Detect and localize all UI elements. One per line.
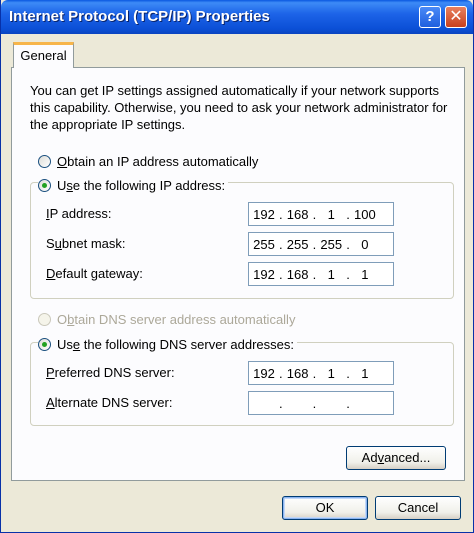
default-gateway-label: Default gateway: — [46, 266, 143, 281]
advanced-button[interactable]: Advanced... — [346, 446, 446, 470]
subnet-mask-field[interactable]: 255. 255. 255. 0 — [248, 232, 394, 256]
tab-general[interactable]: General — [13, 42, 74, 68]
obtain-ip-auto-label: Obtain an IP address automatically — [57, 153, 259, 169]
alternate-dns-field[interactable]: . . . — [248, 391, 394, 415]
subnet-mask-label: Subnet mask: — [46, 236, 126, 251]
use-following-dns-radio[interactable]: Use the following DNS server addresses: — [38, 335, 297, 353]
alternate-dns-label: Alternate DNS server: — [46, 395, 173, 410]
radio-indicator-checked — [38, 337, 51, 351]
close-icon: ✕ — [449, 8, 463, 25]
title-bar[interactable]: Internet Protocol (TCP/IP) Properties ? … — [1, 0, 473, 34]
default-gateway-field[interactable]: 192. 168. 1. 1 — [248, 262, 394, 286]
radio-indicator-checked — [38, 178, 51, 192]
use-following-ip-radio[interactable]: Use the following IP address: — [38, 176, 229, 194]
use-following-ip-label: Use the following IP address: — [57, 177, 226, 193]
close-button[interactable]: ✕ — [445, 6, 467, 28]
preferred-dns-label: Preferred DNS server: — [46, 365, 175, 380]
ok-button[interactable]: OK — [282, 496, 368, 520]
obtain-dns-auto-label: Obtain DNS server address automatically — [57, 311, 296, 327]
use-following-dns-label: Use the following DNS server addresses: — [57, 336, 294, 352]
preferred-dns-field[interactable]: 192. 168. 1. 1 — [248, 361, 394, 385]
ip-address-label: IP address: — [46, 206, 112, 221]
ip-address-field[interactable]: 192. 168. 1. 100 — [248, 202, 394, 226]
cancel-button[interactable]: Cancel — [375, 496, 461, 520]
general-tab-panel: You can get IP settings assigned automat… — [11, 67, 465, 481]
obtain-dns-auto-radio: Obtain DNS server address automatically — [38, 310, 299, 328]
window-title: Internet Protocol (TCP/IP) Properties — [9, 8, 270, 25]
radio-indicator-disabled — [38, 312, 51, 326]
question-mark-icon: ? — [425, 8, 435, 25]
tcpip-properties-dialog: Internet Protocol (TCP/IP) Properties ? … — [0, 0, 474, 533]
description-text: You can get IP settings assigned automat… — [30, 83, 448, 132]
radio-indicator — [38, 154, 51, 168]
help-button[interactable]: ? — [419, 6, 441, 28]
obtain-ip-auto-radio[interactable]: Obtain an IP address automatically — [38, 152, 262, 170]
